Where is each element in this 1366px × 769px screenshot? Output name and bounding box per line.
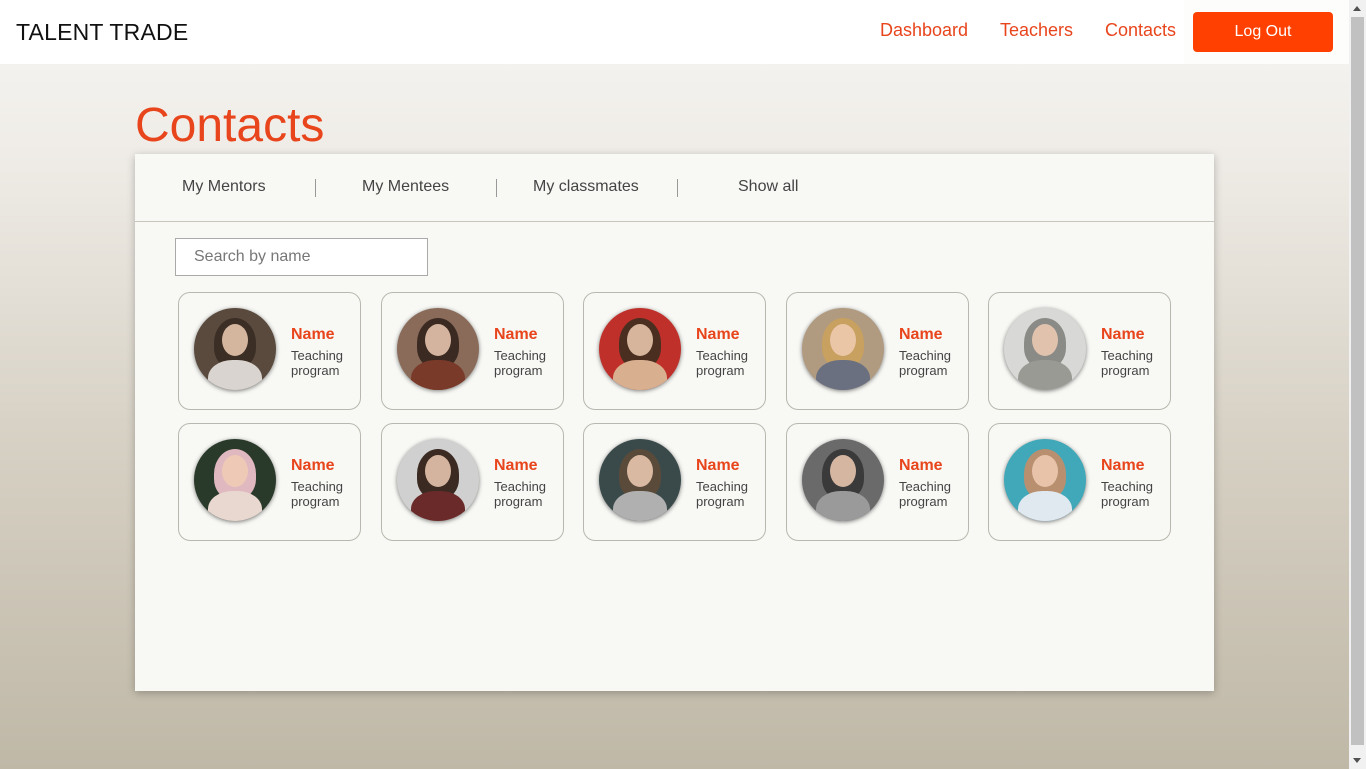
contact-program: Teaching program [899, 348, 952, 378]
avatar [599, 308, 681, 390]
contact-program: Teaching program [291, 348, 344, 378]
page-title: Contacts [135, 99, 325, 152]
nav-dashboard[interactable]: Dashboard [880, 20, 968, 41]
avatar-face [425, 324, 451, 356]
avatar-body [613, 491, 667, 521]
contact-name: Name [1101, 326, 1145, 343]
nav-teachers[interactable]: Teachers [1000, 20, 1073, 41]
contact-program: Teaching program [1101, 348, 1154, 378]
contact-name: Name [494, 457, 538, 474]
contact-program: Teaching program [696, 348, 749, 378]
avatar-face [1032, 324, 1058, 356]
scrollbar[interactable] [1349, 0, 1366, 769]
contacts-panel: My Mentors My Mentees My classmates Show… [135, 154, 1214, 691]
avatar [397, 308, 479, 390]
logout-button[interactable]: Log Out [1193, 12, 1333, 52]
contact-name: Name [899, 326, 943, 343]
avatar-face [1032, 455, 1058, 487]
contact-program: Teaching program [494, 348, 547, 378]
avatar-body [1018, 491, 1072, 521]
avatar-body [816, 491, 870, 521]
avatar-body [1018, 360, 1072, 390]
contact-name: Name [291, 326, 335, 343]
contact-program: Teaching program [899, 479, 952, 509]
avatar-face [222, 324, 248, 356]
scroll-up-arrow-icon[interactable] [1353, 6, 1361, 11]
scroll-thumb[interactable] [1351, 17, 1364, 745]
tab-divider [677, 179, 678, 197]
contact-card[interactable]: Name Teaching program [583, 423, 766, 541]
avatar-body [208, 491, 262, 521]
tab-my-mentors[interactable]: My Mentors [182, 178, 266, 196]
tab-show-all[interactable]: Show all [738, 178, 798, 196]
avatar-face [627, 455, 653, 487]
contacts-tabs: My Mentors My Mentees My classmates Show… [135, 154, 1214, 222]
avatar [1004, 439, 1086, 521]
avatar [802, 439, 884, 521]
contact-card[interactable]: Name Teaching program [178, 292, 361, 410]
contact-card[interactable]: Name Teaching program [988, 423, 1171, 541]
contact-name: Name [494, 326, 538, 343]
scroll-down-arrow-icon[interactable] [1353, 758, 1361, 763]
avatar [802, 308, 884, 390]
avatar-face [627, 324, 653, 356]
search-input[interactable] [175, 238, 428, 276]
avatar-body [613, 360, 667, 390]
contact-card[interactable]: Name Teaching program [583, 292, 766, 410]
contact-name: Name [899, 457, 943, 474]
avatar-face [222, 455, 248, 487]
brand-logo[interactable]: TALENT TRADE [16, 19, 188, 46]
avatar [194, 439, 276, 521]
avatar-face [425, 455, 451, 487]
avatar [1004, 308, 1086, 390]
contact-name: Name [291, 457, 335, 474]
page: TALENT TRADE Dashboard Teachers Contacts… [0, 0, 1366, 769]
contact-program: Teaching program [1101, 479, 1154, 509]
contact-name: Name [696, 326, 740, 343]
tab-my-mentees[interactable]: My Mentees [362, 178, 449, 196]
tab-my-classmates[interactable]: My classmates [533, 178, 639, 196]
avatar-body [411, 360, 465, 390]
avatar-body [816, 360, 870, 390]
contact-card[interactable]: Name Teaching program [178, 423, 361, 541]
contact-program: Teaching program [494, 479, 547, 509]
contact-card[interactable]: Name Teaching program [786, 292, 969, 410]
avatar [397, 439, 479, 521]
avatar [194, 308, 276, 390]
contact-card[interactable]: Name Teaching program [381, 292, 564, 410]
avatar-face [830, 324, 856, 356]
top-bar: TALENT TRADE Dashboard Teachers Contacts [0, 0, 1184, 64]
avatar [599, 439, 681, 521]
avatar-body [411, 491, 465, 521]
avatar-face [830, 455, 856, 487]
contact-card[interactable]: Name Teaching program [786, 423, 969, 541]
contact-card[interactable]: Name Teaching program [381, 423, 564, 541]
tab-divider [496, 179, 497, 197]
contact-card[interactable]: Name Teaching program [988, 292, 1171, 410]
tab-divider [315, 179, 316, 197]
contact-program: Teaching program [696, 479, 749, 509]
contact-program: Teaching program [291, 479, 344, 509]
contact-name: Name [1101, 457, 1145, 474]
nav-contacts[interactable]: Contacts [1105, 20, 1176, 41]
avatar-body [208, 360, 262, 390]
contact-name: Name [696, 457, 740, 474]
